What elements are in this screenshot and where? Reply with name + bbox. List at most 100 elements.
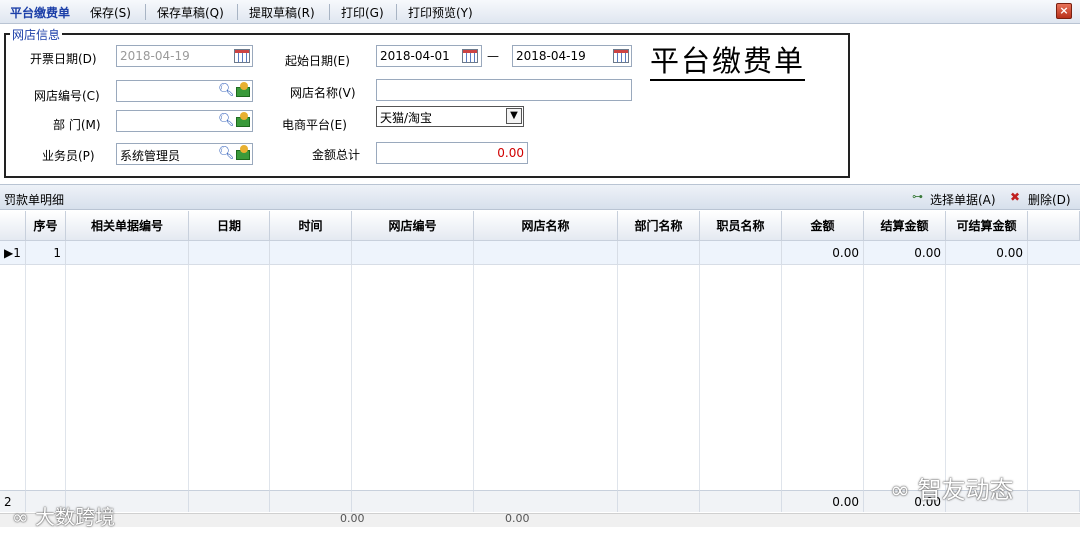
wechat-icon: ∞ (890, 476, 918, 504)
table-cell[interactable] (189, 241, 270, 265)
column-divider (351, 265, 352, 490)
calendar-icon[interactable] (234, 49, 250, 63)
form-big-title: 平台缴费单 (650, 44, 806, 81)
chevron-down-icon[interactable]: ▼ (506, 108, 522, 124)
watermark-left-text: 大数跨境 (35, 505, 116, 529)
footer-cell (189, 490, 270, 512)
print-preview-button[interactable]: 打印预览(Y) (408, 4, 473, 21)
column-header[interactable]: 网店名称 (474, 211, 618, 241)
start-date-label: 起始日期(E) (285, 54, 350, 68)
toolbar-divider (145, 4, 146, 20)
column-header[interactable]: 时间 (270, 211, 352, 241)
column-header[interactable]: 网店编号 (352, 211, 474, 241)
column-header[interactable]: 结算金额 (864, 211, 946, 241)
table-cell[interactable]: 0.00 (864, 241, 946, 265)
column-header[interactable]: 序号 (26, 211, 66, 241)
column-divider (65, 265, 66, 490)
select-icon[interactable] (236, 145, 252, 160)
footer-cell (474, 490, 618, 512)
platform-label: 电商平台(E) (282, 118, 347, 132)
detail-header-bar: 罚款单明细 ⊶ 选择单据(A) ✖ 删除(D) (0, 184, 1080, 210)
shop-name-field[interactable] (376, 79, 632, 101)
total-amount-field: 0.00 (376, 142, 528, 164)
select-doc-icon: ⊶ (912, 190, 923, 203)
select-icon[interactable] (236, 112, 252, 127)
detail-title: 罚款单明细 (4, 193, 65, 207)
shop-name-label: 网店名称(V) (290, 86, 356, 100)
row-number: 1 (13, 246, 21, 260)
column-header[interactable]: 日期 (189, 211, 270, 241)
table-cell[interactable]: 0.00 (782, 241, 864, 265)
total-amount-label: 金额总计 (312, 148, 361, 162)
search-icon[interactable]: 🔍︎ (218, 147, 235, 161)
column-divider (699, 265, 700, 490)
fetch-draft-button[interactable]: 提取草稿(R) (249, 4, 315, 21)
search-icon[interactable]: 🔍︎ (218, 114, 235, 128)
table-cell[interactable] (66, 241, 189, 265)
footer-cell (352, 490, 474, 512)
column-divider (473, 265, 474, 490)
table-cell[interactable] (270, 241, 352, 265)
dept-label: 部 门(M) (53, 118, 101, 132)
column-divider (781, 265, 782, 490)
column-header[interactable]: 职员名称 (700, 211, 782, 241)
row-header-corner (0, 211, 26, 241)
toolbar-divider (237, 4, 238, 20)
column-header[interactable]: 相关单据编号 (66, 211, 189, 241)
platform-select[interactable]: 天猫/淘宝 (376, 106, 524, 127)
watermark-right-text: 智友动态 (917, 476, 1014, 504)
footer-amount-total: 0.00 (782, 490, 864, 512)
footer-cell (1028, 490, 1080, 512)
shop-code-label: 网店编号(C) (34, 89, 100, 103)
column-divider (25, 265, 26, 490)
column-divider (617, 265, 618, 490)
current-row-arrow-icon: ▶ (4, 246, 14, 260)
column-divider (269, 265, 270, 490)
column-divider (188, 265, 189, 490)
partial-value: 0.00 (505, 512, 530, 525)
print-button[interactable]: 打印(G) (341, 4, 384, 21)
row-indicator[interactable]: ▶1 (0, 241, 26, 265)
column-divider (945, 265, 946, 490)
partial-value: 0.00 (340, 512, 365, 525)
footer-cell (618, 490, 700, 512)
wechat-icon: ∞ (12, 505, 36, 529)
footer-cell (270, 490, 352, 512)
table-cell-filler (1028, 241, 1080, 265)
form-title-tab[interactable]: 平台缴费单 (10, 4, 70, 21)
table-cell[interactable] (474, 241, 618, 265)
column-header[interactable]: 部门名称 (618, 211, 700, 241)
toolbar-divider (396, 4, 397, 20)
table-cell[interactable] (700, 241, 782, 265)
column-header[interactable]: 金额 (782, 211, 864, 241)
column-header-filler (1028, 211, 1080, 241)
table-cell[interactable] (618, 241, 700, 265)
shop-info-title: 网店信息 (10, 26, 63, 43)
select-doc-button[interactable]: 选择单据(A) (930, 191, 996, 208)
calendar-icon[interactable] (613, 49, 629, 63)
table-cell[interactable]: 0.00 (946, 241, 1028, 265)
delete-button[interactable]: 删除(D) (1028, 191, 1071, 208)
footer-cell (700, 490, 782, 512)
watermark-right: ∞ 智友动态 (890, 470, 1014, 505)
invoice-date-label: 开票日期(D) (30, 52, 97, 66)
column-divider (1027, 265, 1028, 490)
column-header[interactable]: 可结算金额 (946, 211, 1028, 241)
delete-icon: ✖ (1010, 190, 1021, 204)
invoice-date-field[interactable]: 2018-04-19 (116, 45, 253, 67)
close-icon[interactable]: × (1056, 3, 1072, 19)
toolbar-divider (329, 4, 330, 20)
table-cell[interactable]: 1 (26, 241, 66, 265)
watermark-left: ∞ 大数跨境 (12, 501, 115, 530)
table-cell[interactable] (352, 241, 474, 265)
salesman-label: 业务员(P) (42, 149, 95, 163)
save-button[interactable]: 保存(S) (90, 4, 131, 21)
calendar-icon[interactable] (462, 49, 478, 63)
toolbar: 平台缴费单 保存(S) 保存草稿(Q) 提取草稿(R) 打印(G) 打印预览(Y… (0, 0, 1080, 24)
column-divider (863, 265, 864, 490)
date-separator: — (487, 49, 499, 63)
horizontal-scrollbar[interactable]: 0.00 0.00 (0, 512, 1080, 527)
save-draft-button[interactable]: 保存草稿(Q) (157, 4, 224, 21)
select-icon[interactable] (236, 82, 252, 97)
search-icon[interactable]: 🔍︎ (218, 84, 235, 98)
